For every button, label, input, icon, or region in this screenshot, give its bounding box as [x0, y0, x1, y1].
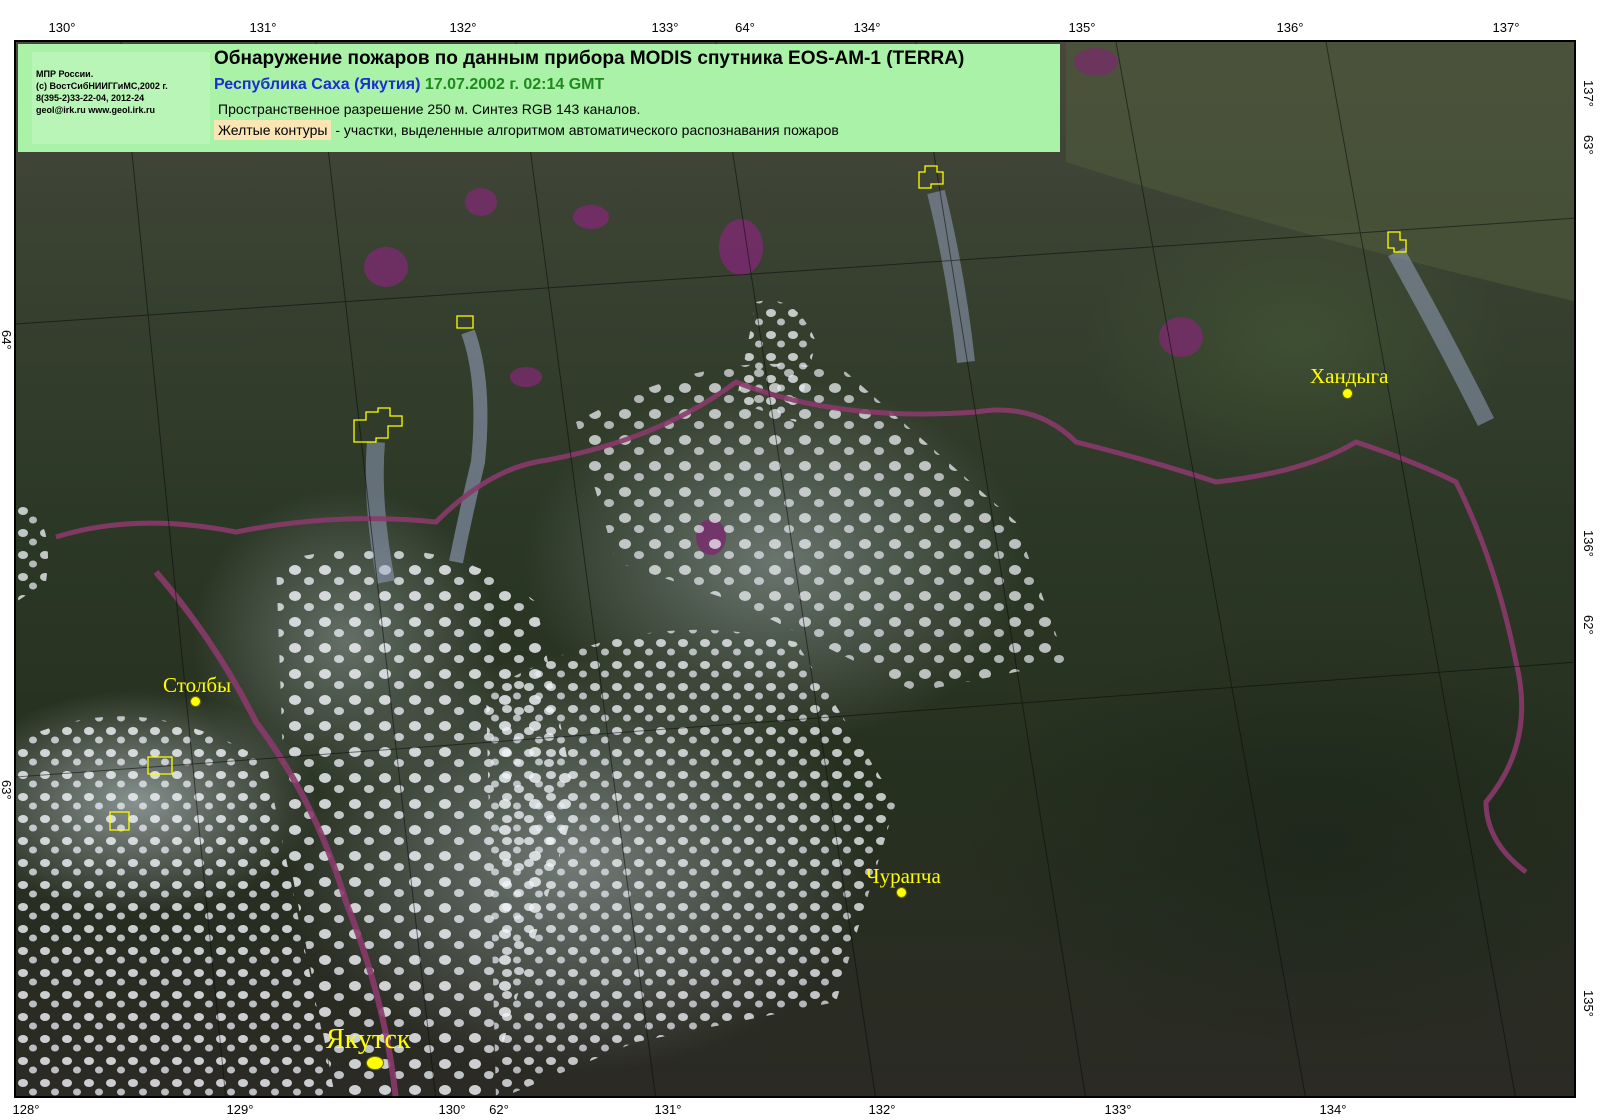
tick-bottom-7: 133°	[1104, 1102, 1132, 1117]
town-label-khandyga: Хандыга	[1310, 364, 1389, 388]
credits-box: МПР России. (с) ВостСибНИИГГиМС,2002 г. …	[32, 52, 210, 144]
credits-line: geol@irk.ru www.geol.irk.ru	[36, 105, 155, 115]
tick-top-4: 133°	[651, 20, 679, 35]
tick-bottom-3: 130°	[438, 1102, 466, 1117]
satellite-image	[14, 40, 1576, 1098]
tick-top-7: 135°	[1068, 20, 1096, 35]
town-marker-yakutsk	[366, 1056, 384, 1070]
smoke-plume	[1388, 247, 1495, 427]
legend-swatch: Желтые контуры	[214, 120, 332, 140]
tick-right-2: 63°	[1581, 135, 1596, 155]
tick-left-2: 63°	[0, 780, 14, 800]
credits-line: (с) ВостСибНИИГГиМС,2002 г.	[36, 81, 168, 91]
town-label-stolby: Столбы	[163, 673, 232, 697]
region-line: Республика Саха (Якутия) 17.07.2002 г. 0…	[214, 76, 604, 94]
tick-bottom-4: 62°	[489, 1102, 509, 1117]
header-panel: МПР России. (с) ВостСибНИИГГиМС,2002 г. …	[18, 44, 1060, 152]
town-label-churapcha: Чурапча	[866, 864, 941, 888]
tick-top-9: 137°	[1492, 20, 1520, 35]
map-title: Обнаружение пожаров по данным прибора MO…	[214, 48, 965, 69]
legend-line: Желтые контуры - участки, выделенные алг…	[214, 120, 839, 140]
smoke-plume	[365, 441, 395, 584]
burn-scar	[465, 188, 497, 216]
cloud-field	[486, 629, 896, 1096]
tick-left-1: 64°	[0, 330, 14, 350]
smoke-plume	[449, 329, 488, 564]
fire-contour	[456, 315, 474, 329]
tick-top-1: 130°	[48, 20, 76, 35]
tick-top-8: 136°	[1276, 20, 1304, 35]
tick-top-5: 64°	[735, 20, 755, 35]
tick-top-2: 131°	[249, 20, 277, 35]
mountain-area	[1066, 42, 1574, 302]
burn-scar	[719, 219, 763, 275]
tick-right-5: 135°	[1581, 990, 1596, 1017]
burn-scar	[1159, 317, 1203, 357]
tick-bottom-2: 129°	[226, 1102, 254, 1117]
tick-top-6: 134°	[853, 20, 881, 35]
tick-bottom-6: 132°	[868, 1102, 896, 1117]
town-marker-khandyga	[1342, 388, 1353, 399]
burn-scar	[573, 205, 609, 229]
burn-scar	[510, 367, 542, 387]
tick-top-3: 132°	[449, 20, 477, 35]
resolution-text: Пространственное разрешение 250 м. Синте…	[218, 101, 641, 117]
map-overlay	[16, 42, 1574, 1096]
town-label-yakutsk: Якутск	[326, 1024, 411, 1055]
tick-right-4: 62°	[1581, 615, 1596, 635]
burn-scar	[1074, 48, 1118, 76]
tick-bottom-8: 134°	[1319, 1102, 1347, 1117]
acquisition-datetime: 17.07.2002 г. 02:14 GMT	[424, 76, 605, 93]
tick-bottom-1: 128°	[12, 1102, 40, 1117]
region-name: Республика Саха (Якутия)	[214, 76, 421, 93]
tick-right-3: 136°	[1581, 530, 1596, 557]
cloud-field	[16, 502, 48, 602]
burn-scar	[364, 247, 408, 287]
tick-right-1: 137°	[1581, 80, 1596, 107]
credits-line: 8(395-2)33-22-04, 2012-24	[36, 93, 145, 103]
legend-text: - участки, выделенные алгоритмом автомат…	[331, 122, 839, 138]
smoke-plume	[927, 189, 975, 363]
credits-line: МПР России.	[36, 69, 94, 79]
tick-bottom-5: 131°	[654, 1102, 682, 1117]
